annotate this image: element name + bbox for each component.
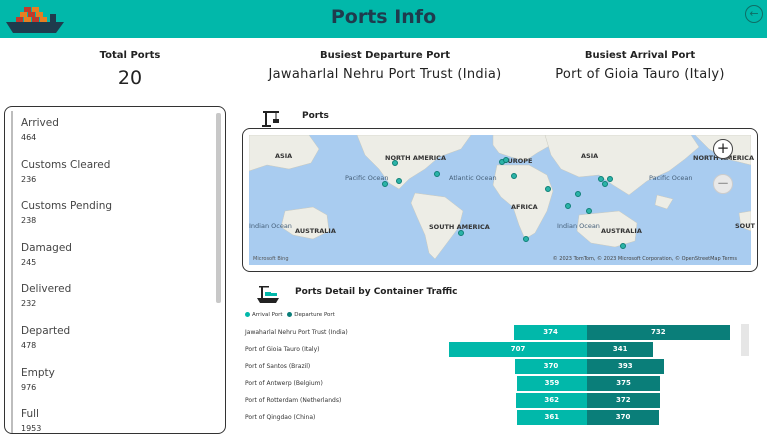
kpi-busiest-arrival: Busiest Arrival Port Port of Gioia Tauro…: [520, 50, 760, 82]
slicer-item-count: 1953: [21, 424, 42, 434]
port-marker[interactable]: [565, 203, 571, 209]
port-marker[interactable]: [575, 191, 581, 197]
legend-marker-arrival: [245, 312, 250, 317]
map-label-continent: ASIA: [581, 152, 599, 160]
map-label-ocean: Indian Ocean: [249, 222, 292, 230]
slicer-item-count: 238: [21, 216, 37, 226]
arrival-bar[interactable]: 362: [516, 393, 587, 408]
arrival-bar[interactable]: 707: [449, 342, 587, 357]
slicer-item-empty[interactable]: Empty 976: [11, 360, 225, 403]
ports-map[interactable]: ASIA NORTH AMERICA EUROPE ASIA NORTH AME…: [242, 128, 758, 272]
departure-bar[interactable]: 341: [587, 342, 654, 357]
kpi-busiest-departure: Busiest Departure Port Jawaharlal Nehru …: [240, 50, 530, 82]
slicer-item-count: 232: [21, 299, 37, 309]
chart-title: Ports Detail by Container Traffic: [295, 287, 458, 297]
kpi-label: Busiest Departure Port: [319, 50, 451, 61]
arrival-bar[interactable]: 359: [516, 376, 587, 391]
port-marker[interactable]: [586, 208, 592, 214]
map-label-ocean: Pacific Ocean: [345, 174, 389, 182]
slicer-item-departed[interactable]: Departed 478: [11, 318, 225, 361]
map-label-continent: SOUT: [735, 222, 755, 230]
port-cargo-icon: [257, 286, 279, 303]
slicer-item-label: Delivered: [21, 283, 72, 296]
world-landmass: [249, 135, 751, 260]
map-attribution[interactable]: © 2023 TomTom, © 2023 Microsoft Corporat…: [553, 256, 737, 262]
zoom-out-button[interactable]: −: [713, 174, 733, 194]
map-label-continent: AFRICA: [511, 203, 538, 211]
arrival-bar[interactable]: 374: [514, 325, 587, 340]
port-marker[interactable]: [511, 173, 517, 179]
slicer-item-customs-cleared[interactable]: Customs Cleared 236: [11, 152, 225, 195]
legend-label-departure: Departure Port: [294, 312, 335, 318]
slicer-item-count: 236: [21, 174, 37, 184]
departure-bar[interactable]: 372: [587, 393, 660, 408]
slicer-item-label: Full: [21, 408, 39, 421]
departure-bar[interactable]: 370: [587, 410, 660, 425]
slicer-item-label: Customs Cleared: [21, 158, 111, 171]
back-arrow-icon[interactable]: ←: [745, 5, 763, 23]
slicer-scrollbar[interactable]: [216, 113, 221, 303]
map-canvas[interactable]: ASIA NORTH AMERICA EUROPE ASIA NORTH AME…: [249, 135, 755, 265]
slicer-item-label: Damaged: [21, 241, 72, 254]
port-marker[interactable]: [607, 176, 613, 182]
map-label-continent: AUSTRALIA: [601, 227, 642, 235]
port-marker[interactable]: [523, 236, 529, 242]
kpi-total-ports: Total Ports 20: [40, 50, 220, 89]
port-marker[interactable]: [458, 230, 464, 236]
page-title: Ports Info: [330, 6, 437, 28]
port-marker[interactable]: [392, 160, 398, 166]
zoom-in-button[interactable]: +: [713, 139, 733, 159]
legend-label-arrival: Arrival Port: [252, 312, 283, 318]
header-bar: Ports Info ←: [0, 0, 767, 38]
slicer-item-count: 478: [21, 340, 37, 350]
departure-bar[interactable]: 375: [587, 376, 661, 391]
departure-bar[interactable]: 732: [587, 325, 730, 340]
port-marker[interactable]: [503, 157, 509, 163]
slicer-item-count: 245: [21, 257, 37, 267]
arrival-bar[interactable]: 361: [516, 410, 587, 425]
port-marker[interactable]: [545, 186, 551, 192]
map-label-ocean: Atlantic Ocean: [449, 174, 497, 182]
crane-icon: [262, 111, 279, 127]
map-label-continent: ASIA: [275, 152, 293, 160]
port-label: Port of Qingdao (China): [245, 414, 316, 421]
legend-marker-departure: [287, 312, 293, 317]
chart-scrollbar[interactable]: [741, 324, 749, 356]
kpi-value: Port of Gioia Tauro (Italy): [555, 67, 725, 82]
slicer-item-full[interactable]: Full 1953: [11, 402, 225, 434]
slicer-item-count: 976: [21, 382, 37, 392]
map-label-continent: AUSTRALIA: [295, 227, 336, 235]
port-marker[interactable]: [396, 178, 402, 184]
slicer-item-count: 464: [21, 133, 37, 142]
kpi-value: 20: [117, 67, 143, 89]
departure-bar[interactable]: 393: [587, 359, 664, 374]
map-label-ocean: Pacific Ocean: [649, 174, 693, 182]
slicer-item-customs-pending[interactable]: Customs Pending 238: [11, 194, 225, 236]
status-slicer: Arrived 464 Customs Cleared 236 Customs …: [4, 106, 226, 434]
slicer-item-delivered[interactable]: Delivered 232: [11, 277, 225, 319]
slicer-item-label: Departed: [21, 324, 71, 337]
map-label-ocean: Indian Ocean: [557, 222, 600, 230]
port-label: Port of Antwerp (Belgium): [245, 380, 323, 387]
port-label: Port of Santos (Brazil): [245, 363, 311, 370]
port-marker[interactable]: [382, 181, 388, 187]
slicer-item-label: Customs Pending: [21, 200, 113, 213]
bing-logo: Microsoft Bing: [253, 256, 289, 262]
chart-legend: Arrival Port Departure Port: [245, 312, 335, 318]
slicer-item-label: Arrived: [21, 117, 59, 129]
slicer-item-damaged[interactable]: Damaged 245: [11, 235, 225, 278]
kpi-label: Total Ports: [99, 50, 161, 61]
slicer-item-arrived[interactable]: Arrived 464: [11, 111, 225, 153]
map-title: Ports: [302, 111, 329, 121]
port-label: Port of Gioia Tauro (Italy): [245, 346, 320, 353]
port-marker[interactable]: [602, 181, 608, 187]
port-label: Jawaharlal Nehru Port Trust (India): [245, 329, 348, 336]
kpi-value: Jawaharlal Nehru Port Trust (India): [268, 67, 502, 82]
kpi-label: Busiest Arrival Port: [584, 50, 696, 61]
arrival-bar[interactable]: 370: [514, 359, 587, 374]
port-marker[interactable]: [620, 243, 626, 249]
port-label: Port of Rotterdam (Netherlands): [245, 397, 342, 404]
slicer-item-label: Empty: [21, 366, 55, 379]
port-marker[interactable]: [434, 171, 440, 177]
